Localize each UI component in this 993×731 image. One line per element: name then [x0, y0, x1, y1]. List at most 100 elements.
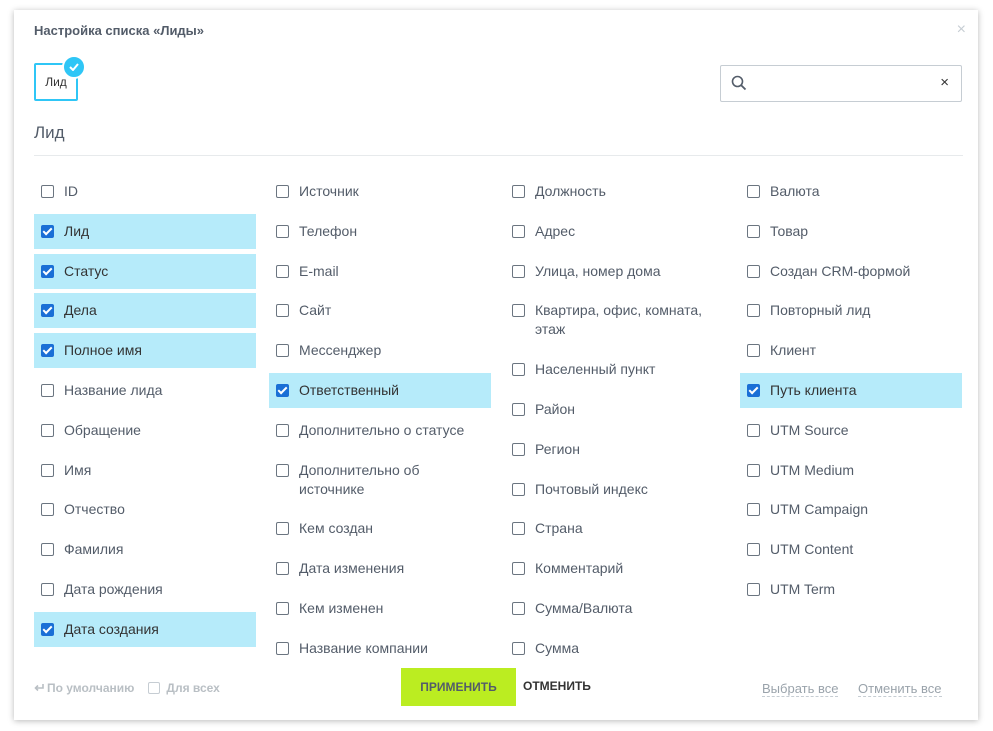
field-option[interactable]: Сумма: [505, 631, 727, 666]
field-checkbox[interactable]: [747, 543, 760, 557]
field-option[interactable]: Путь клиента: [740, 372, 962, 408]
field-checkbox[interactable]: [747, 463, 760, 477]
field-checkbox[interactable]: [747, 185, 760, 198]
cancel-button[interactable]: ОТМЕНИТЬ: [523, 679, 591, 693]
field-option[interactable]: Комментарий: [505, 551, 727, 586]
field-checkbox[interactable]: [747, 503, 760, 517]
field-checkbox[interactable]: [41, 383, 54, 397]
field-checkbox[interactable]: [747, 224, 760, 238]
field-checkbox[interactable]: [276, 601, 289, 615]
field-option[interactable]: Создан CRM-формой: [740, 254, 962, 289]
field-checkbox[interactable]: [512, 224, 525, 238]
field-option[interactable]: Сумма/Валюта: [505, 591, 727, 626]
field-option[interactable]: Почтовый индекс: [505, 472, 727, 507]
field-option[interactable]: Фамилия: [34, 532, 256, 567]
field-checkbox[interactable]: [512, 185, 525, 198]
field-option[interactable]: Название лида: [34, 373, 256, 408]
field-option[interactable]: Дополнительно о статусе: [269, 413, 491, 448]
field-option[interactable]: Источник: [269, 174, 491, 209]
field-checkbox[interactable]: [512, 442, 525, 456]
field-checkbox[interactable]: [41, 463, 54, 477]
field-option[interactable]: Кем создан: [269, 511, 491, 546]
field-option[interactable]: Товар: [740, 214, 962, 249]
field-checkbox[interactable]: [276, 224, 289, 238]
field-option[interactable]: ID: [34, 174, 256, 209]
field-checkbox[interactable]: [747, 344, 760, 358]
field-option[interactable]: Имя: [34, 453, 256, 488]
field-checkbox[interactable]: [41, 582, 54, 596]
field-option[interactable]: Повторный лид: [740, 293, 962, 328]
field-checkbox[interactable]: [512, 402, 525, 416]
field-option[interactable]: Дополнительно об источнике: [269, 453, 491, 507]
field-checkbox[interactable]: [276, 423, 289, 437]
field-checkbox[interactable]: [41, 304, 54, 318]
field-option[interactable]: Обращение: [34, 413, 256, 448]
deselect-all-link[interactable]: Отменить все: [858, 681, 942, 697]
field-option[interactable]: UTM Content: [740, 532, 962, 567]
field-checkbox[interactable]: [276, 562, 289, 576]
entity-chip-lead[interactable]: Лид: [34, 55, 86, 101]
field-option[interactable]: Статус: [34, 253, 256, 289]
search-input[interactable]: [757, 72, 931, 96]
field-option[interactable]: Адрес: [505, 214, 727, 249]
close-icon[interactable]: ×: [957, 22, 966, 38]
field-option[interactable]: Ответственный: [269, 372, 491, 408]
field-checkbox[interactable]: [276, 304, 289, 318]
field-checkbox[interactable]: [276, 185, 289, 198]
field-option[interactable]: Район: [505, 392, 727, 427]
field-option[interactable]: UTM Campaign: [740, 492, 962, 527]
field-checkbox[interactable]: [747, 582, 760, 596]
field-option[interactable]: Улица, номер дома: [505, 254, 727, 289]
field-checkbox[interactable]: [276, 264, 289, 278]
field-option[interactable]: Должность: [505, 174, 727, 209]
field-option[interactable]: UTM Source: [740, 413, 962, 448]
field-option[interactable]: Дата рождения: [34, 572, 256, 607]
apply-button[interactable]: ПРИМЕНИТЬ: [401, 668, 516, 706]
field-checkbox[interactable]: [276, 463, 289, 477]
field-option[interactable]: Полное имя: [34, 333, 256, 369]
field-option[interactable]: Кем изменен: [269, 591, 491, 626]
field-checkbox[interactable]: [41, 264, 54, 278]
field-option[interactable]: Лид: [34, 213, 256, 249]
field-checkbox[interactable]: [41, 344, 54, 358]
field-checkbox[interactable]: [41, 622, 54, 636]
field-checkbox[interactable]: [41, 224, 54, 238]
field-option[interactable]: Телефон: [269, 214, 491, 249]
field-option[interactable]: Название компании: [269, 631, 491, 666]
reset-default-button[interactable]: По умолчанию: [34, 681, 134, 695]
field-option[interactable]: Дата создания: [34, 611, 256, 647]
for-all-checkbox[interactable]: Для всех: [148, 681, 220, 695]
field-checkbox[interactable]: [41, 543, 54, 557]
field-checkbox[interactable]: [41, 503, 54, 517]
field-checkbox[interactable]: [512, 601, 525, 615]
field-checkbox[interactable]: [276, 383, 289, 397]
field-checkbox[interactable]: [747, 264, 760, 278]
field-checkbox[interactable]: [747, 304, 760, 318]
field-option[interactable]: Страна: [505, 511, 727, 546]
field-option[interactable]: E-mail: [269, 254, 491, 289]
field-checkbox[interactable]: [512, 641, 525, 655]
field-option[interactable]: UTM Medium: [740, 453, 962, 488]
field-option[interactable]: Отчество: [34, 492, 256, 527]
clear-search-icon[interactable]: ×: [940, 74, 949, 91]
field-checkbox[interactable]: [512, 522, 525, 536]
field-checkbox[interactable]: [512, 264, 525, 278]
field-checkbox[interactable]: [512, 562, 525, 576]
field-checkbox[interactable]: [41, 185, 54, 198]
field-checkbox[interactable]: [512, 482, 525, 496]
field-option[interactable]: Дела: [34, 293, 256, 329]
field-checkbox[interactable]: [276, 344, 289, 358]
field-checkbox[interactable]: [512, 304, 525, 318]
select-all-link[interactable]: Выбрать все: [762, 681, 839, 697]
field-checkbox[interactable]: [747, 383, 760, 397]
field-checkbox[interactable]: [747, 423, 760, 437]
field-option[interactable]: Населенный пункт: [505, 352, 727, 387]
field-checkbox[interactable]: [276, 522, 289, 536]
field-checkbox[interactable]: [512, 363, 525, 377]
field-option[interactable]: Мессенджер: [269, 333, 491, 368]
field-option[interactable]: UTM Term: [740, 572, 962, 607]
field-option[interactable]: Дата изменения: [269, 551, 491, 586]
field-option[interactable]: Клиент: [740, 333, 962, 368]
field-checkbox[interactable]: [41, 423, 54, 437]
field-option[interactable]: Регион: [505, 432, 727, 467]
